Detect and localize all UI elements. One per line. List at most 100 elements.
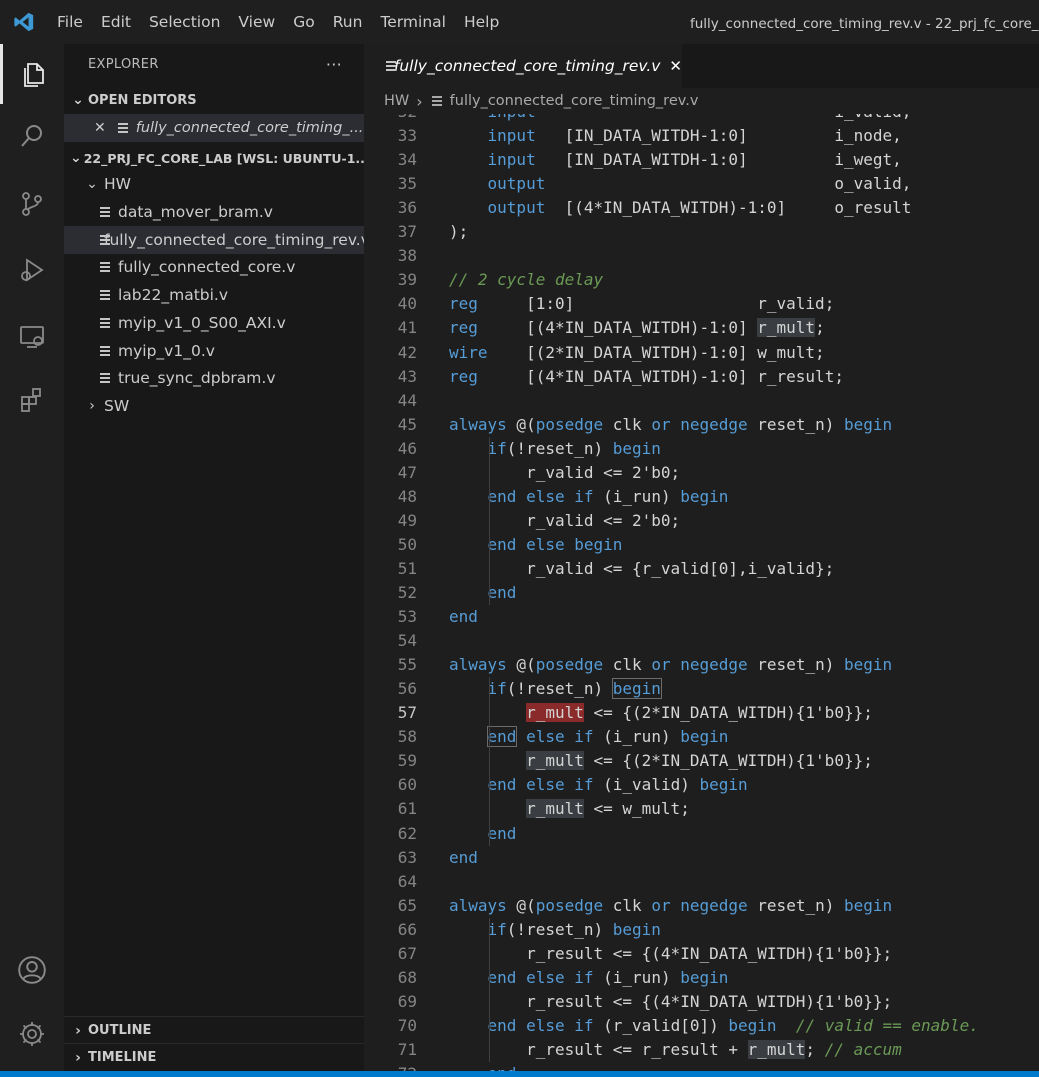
file-item[interactable]: myip_v1_0_S00_AXI.v	[64, 309, 364, 337]
folder-sw[interactable]: › SW	[64, 392, 364, 420]
menu-terminal[interactable]: Terminal	[371, 0, 455, 44]
code-line[interactable]: end else if (i_run) begin	[449, 966, 729, 990]
close-icon[interactable]: ✕	[94, 120, 106, 136]
code-line[interactable]: output o_valid,	[449, 172, 912, 196]
outline-section[interactable]: › OUTLINE	[64, 1016, 364, 1044]
chevron-down-icon: ⌄	[86, 176, 98, 192]
source-control-icon[interactable]	[0, 174, 64, 234]
code-line[interactable]: r_mult <= {(2*IN_DATA_WITDH){1'b0}};	[449, 749, 873, 773]
line-number: 38	[397, 246, 417, 266]
breadcrumb-folder[interactable]: HW	[384, 93, 409, 109]
code-line[interactable]: if(!reset_n) begin	[449, 677, 662, 701]
menu-file[interactable]: File	[48, 0, 92, 44]
account-icon[interactable]	[0, 940, 64, 1000]
menu-bar: File Edit Selection View Go Run Terminal Help	[48, 0, 508, 44]
code-line[interactable]: if(!reset_n) begin	[449, 918, 661, 942]
tab-fully-connected-core-timing-rev[interactable]: fully_connected_core_timing_rev.v ✕	[364, 44, 682, 88]
folder-hw[interactable]: ⌄ HW	[64, 170, 364, 198]
file-item[interactable]: myip_v1_0.v	[64, 337, 364, 365]
menu-go[interactable]: Go	[284, 0, 324, 44]
code-line[interactable]: end	[449, 605, 478, 629]
timeline-section[interactable]: › TIMELINE	[64, 1043, 364, 1071]
file-item[interactable]: fully_connected_core.v	[64, 253, 364, 281]
code-line[interactable]: r_mult <= {(2*IN_DATA_WITDH){1'b0}};	[449, 701, 873, 725]
file-name: true_sync_dpbram.v	[118, 369, 276, 388]
code-line[interactable]: input i_valid,	[449, 114, 912, 124]
code-line[interactable]: output [(4*IN_DATA_WITDH)-1:0] o_result	[449, 196, 912, 220]
code-line[interactable]: input [IN_DATA_WITDH-1:0] i_node,	[449, 124, 902, 148]
code-line[interactable]: wire [(2*IN_DATA_WITDH)-1:0] w_mult;	[449, 341, 825, 365]
code-line[interactable]: end else if (r_valid[0]) begin // valid …	[449, 1014, 979, 1038]
file-item[interactable]: fully_connected_core_timing_rev.v	[64, 225, 364, 254]
search-icon[interactable]	[0, 106, 64, 166]
line-number: 60	[397, 775, 417, 795]
menu-help[interactable]: Help	[455, 0, 508, 44]
code-line[interactable]: r_result <= {(4*IN_DATA_WITDH){1'b0}};	[449, 990, 892, 1014]
tab-close-icon[interactable]: ✕	[669, 57, 682, 75]
line-number: 67	[397, 943, 417, 963]
code-line[interactable]: end else if (i_run) begin	[449, 725, 728, 749]
code-line[interactable]: if(!reset_n) begin	[449, 437, 661, 461]
file-item[interactable]: data_mover_bram.v	[64, 198, 364, 226]
code-line[interactable]: r_result <= r_result + r_mult; // accum	[449, 1038, 902, 1062]
chevron-right-icon: ›	[75, 1022, 81, 1039]
code-line[interactable]: end	[449, 581, 517, 605]
file-item[interactable]: lab22_matbi.v	[64, 281, 364, 309]
code-line[interactable]: r_valid <= 2'b0;	[449, 461, 680, 485]
open-editor-name: fully_connected_core_timing_...	[135, 120, 364, 136]
code-line[interactable]: // 2 cycle delay	[449, 268, 603, 292]
code-line[interactable]: always @(posedge clk or negedge reset_n)…	[449, 653, 892, 677]
breadcrumb-file[interactable]: fully_connected_core_timing_rev.v	[450, 93, 699, 109]
code-line[interactable]: end	[449, 846, 478, 870]
file-item[interactable]: true_sync_dpbram.v	[64, 364, 364, 392]
line-number: 55	[397, 655, 417, 675]
line-number: 34	[397, 150, 417, 170]
file-lines-icon	[98, 344, 112, 358]
code-line[interactable]: end else if (i_run) begin	[449, 485, 729, 509]
code-line[interactable]: r_result <= {(4*IN_DATA_WITDH){1'b0}};	[449, 942, 892, 966]
line-number: 37	[397, 222, 417, 242]
code-line[interactable]: r_valid <= {r_valid[0],i_valid};	[449, 557, 834, 581]
line-number: 64	[397, 871, 417, 891]
menu-selection[interactable]: Selection	[140, 0, 229, 44]
menu-edit[interactable]: Edit	[92, 0, 140, 44]
more-actions-button[interactable]: ···	[326, 55, 342, 74]
line-number: 41	[397, 318, 417, 338]
timeline-label: TIMELINE	[88, 1050, 157, 1065]
open-editor-item[interactable]: ✕ fully_connected_core_timing_...	[64, 114, 364, 142]
code-line[interactable]: end	[449, 822, 517, 846]
code-line[interactable]: always @(posedge clk or negedge reset_n)…	[449, 413, 892, 437]
code-line[interactable]: input [IN_DATA_WITDH-1:0] i_wegt,	[449, 148, 902, 172]
window-title: fully_connected_core_timing_rev.v - 22_p…	[690, 16, 1039, 32]
code-line[interactable]: end else if (i_valid) begin	[449, 773, 748, 797]
open-editors-section[interactable]: ⌄ OPEN EDITORS	[64, 86, 364, 114]
file-lines-icon	[384, 59, 396, 73]
workspace-section[interactable]: ⌄ 22_PRJ_FC_CORE_LAB [WSL: UBUNTU-1...	[64, 144, 364, 172]
line-number: 69	[397, 991, 417, 1011]
code-editor[interactable]: 32 input i_valid, 33 input [IN_DATA_WITDH…	[364, 114, 1039, 1077]
run-debug-icon[interactable]	[0, 240, 64, 300]
code-line[interactable]: end else begin	[449, 533, 623, 557]
menu-view[interactable]: View	[229, 0, 284, 44]
remote-explorer-icon[interactable]	[0, 306, 64, 366]
chevron-right-icon: ›	[416, 91, 423, 111]
code-line[interactable]: reg [1:0] r_valid;	[449, 292, 834, 316]
code-line[interactable]: always @(posedge clk or negedge reset_n)…	[449, 894, 892, 918]
line-number: 71	[397, 1039, 417, 1059]
explorer-icon[interactable]	[0, 44, 64, 104]
line-number: 39	[397, 270, 417, 290]
line-number: 51	[397, 558, 417, 578]
code-line[interactable]: reg [(4*IN_DATA_WITDH)-1:0] r_mult;	[449, 316, 825, 340]
settings-gear-icon[interactable]	[0, 1004, 64, 1064]
chevron-down-icon: ⌄	[70, 150, 82, 166]
code-line[interactable]: r_valid <= 2'b0;	[449, 509, 680, 533]
line-number: 52	[397, 583, 417, 602]
menu-run[interactable]: Run	[324, 0, 372, 44]
code-line[interactable]: reg [(4*IN_DATA_WITDH)-1:0] r_result;	[449, 365, 844, 389]
file-lines-icon	[98, 205, 112, 219]
status-bar	[0, 1071, 1039, 1077]
extensions-icon[interactable]	[0, 370, 64, 430]
code-line[interactable]: r_mult <= w_mult;	[449, 797, 690, 821]
open-editors-label: OPEN EDITORS	[88, 92, 197, 108]
code-line[interactable]: );	[449, 220, 468, 244]
